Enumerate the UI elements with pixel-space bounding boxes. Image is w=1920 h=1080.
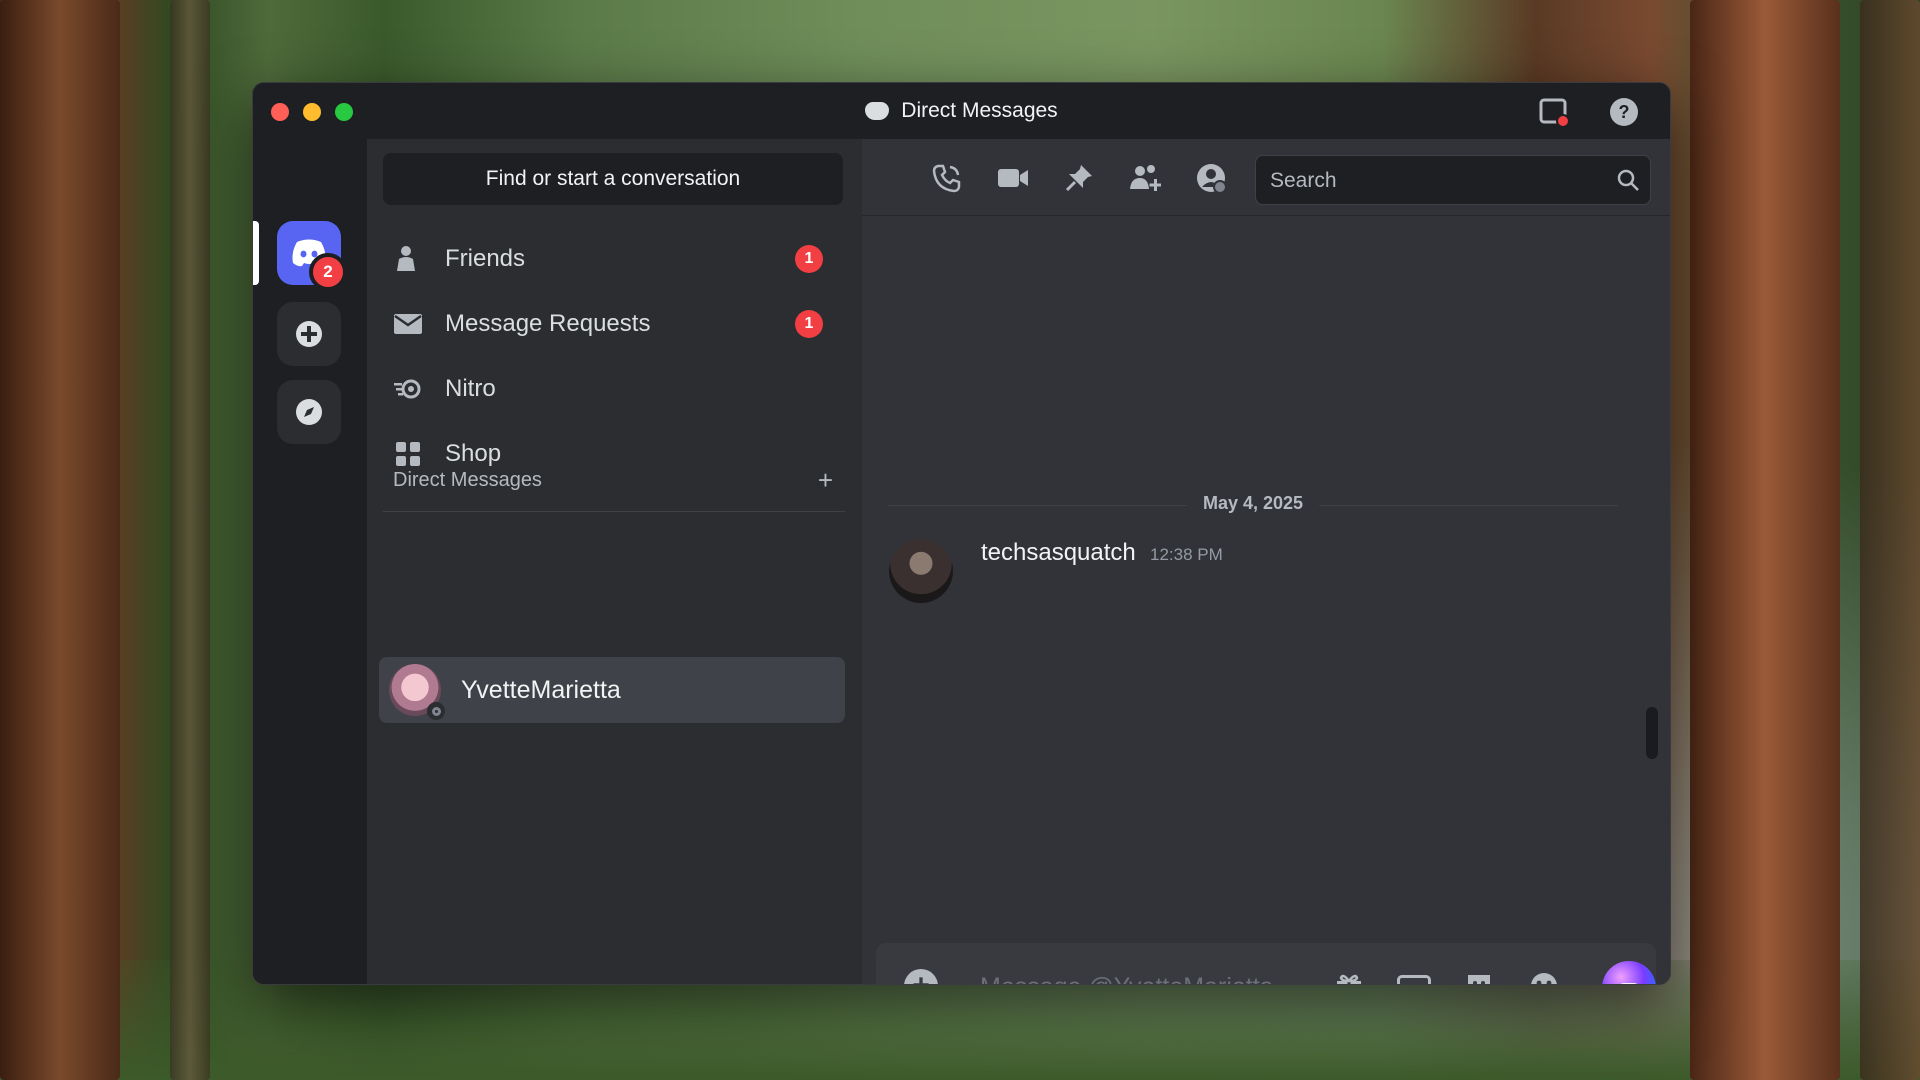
add-server-button[interactable] xyxy=(277,302,341,366)
offline-status-icon xyxy=(427,702,445,720)
shop-icon xyxy=(393,439,423,469)
friends-icon xyxy=(393,244,423,274)
user-profile-icon[interactable] xyxy=(1194,161,1228,195)
dm-section-header: Direct Messages + xyxy=(393,465,833,495)
dm-sidebar: Find or start a conversation Friends 1 M… xyxy=(367,139,862,984)
help-icon[interactable]: ? xyxy=(1609,97,1639,127)
discord-logo-icon xyxy=(865,102,890,120)
message-input[interactable] xyxy=(978,943,1322,984)
find-conversation-button[interactable]: Find or start a conversation xyxy=(383,153,843,205)
dm-item-yvettemarietta[interactable]: YvetteMarietta xyxy=(379,657,845,723)
home-selected-indicator xyxy=(253,221,259,285)
gift-icon[interactable] xyxy=(1332,969,1366,984)
nav-friends[interactable]: Friends 1 xyxy=(383,231,845,287)
nav-label: Friends xyxy=(445,245,526,272)
search-input[interactable] xyxy=(1268,156,1602,206)
chat-area: May 4, 2025 techsasquatch 12:38 PM + GIF xyxy=(862,139,1670,984)
nitro-icon xyxy=(393,374,423,404)
pin-icon[interactable] xyxy=(1062,161,1096,195)
date-label: May 4, 2025 xyxy=(1186,493,1320,514)
message-author[interactable]: techsasquatch xyxy=(981,539,1136,567)
nav-label: Nitro xyxy=(445,375,496,402)
discord-window: Direct Messages ? 2 Find or start a conv… xyxy=(252,82,1671,985)
message-requests-badge: 1 xyxy=(795,310,823,338)
window-title: Direct Messages xyxy=(253,99,1670,123)
inbox-icon[interactable] xyxy=(1539,97,1570,128)
tree-trunk xyxy=(1860,0,1920,1080)
window-title-text: Direct Messages xyxy=(901,99,1058,122)
server-list: 2 xyxy=(253,139,367,984)
nav-message-requests[interactable]: Message Requests 1 xyxy=(383,296,845,352)
search-icon xyxy=(1616,168,1640,192)
discover-button[interactable] xyxy=(277,380,341,444)
nav-nitro[interactable]: Nitro xyxy=(383,361,845,417)
voice-call-icon[interactable] xyxy=(930,161,964,195)
compass-icon xyxy=(296,399,322,425)
message-timestamp: 12:38 PM xyxy=(1150,545,1223,564)
friends-badge: 1 xyxy=(795,245,823,273)
emoji-icon[interactable] xyxy=(1527,969,1561,984)
chat-toolbar xyxy=(862,139,1670,216)
home-button[interactable]: 2 xyxy=(277,221,347,291)
dm-name: YvetteMarietta xyxy=(461,675,621,704)
envelope-icon xyxy=(393,309,423,339)
date-divider: May 4, 2025 xyxy=(888,493,1618,514)
tree-trunk xyxy=(170,0,210,1080)
divider xyxy=(383,511,845,512)
dm-section-title: Direct Messages xyxy=(393,469,542,491)
sticker-icon[interactable] xyxy=(1462,969,1496,984)
gif-icon[interactable]: GIF xyxy=(1397,975,1431,984)
search-box[interactable] xyxy=(1255,155,1651,206)
tree-trunk xyxy=(0,0,120,1080)
add-friend-icon[interactable] xyxy=(1128,161,1162,195)
message-composer: + GIF xyxy=(876,943,1656,984)
tree-trunk xyxy=(1690,0,1840,1080)
create-dm-icon[interactable]: + xyxy=(818,465,833,496)
avatar xyxy=(389,664,445,720)
nav-label: Message Requests xyxy=(445,310,651,337)
home-notification-badge: 2 xyxy=(309,253,347,291)
title-bar: Direct Messages ? xyxy=(253,83,1670,139)
apps-icon[interactable] xyxy=(1602,961,1656,984)
plus-circle-icon xyxy=(296,321,322,347)
message-list: May 4, 2025 techsasquatch 12:38 PM xyxy=(862,216,1670,844)
svg-text:?: ? xyxy=(1619,102,1630,122)
scrollbar-thumb[interactable] xyxy=(1646,707,1658,759)
video-call-icon[interactable] xyxy=(996,161,1030,195)
message-avatar[interactable] xyxy=(889,539,953,603)
nav-label: Shop xyxy=(445,440,502,467)
attach-plus-icon[interactable]: + xyxy=(904,969,938,984)
